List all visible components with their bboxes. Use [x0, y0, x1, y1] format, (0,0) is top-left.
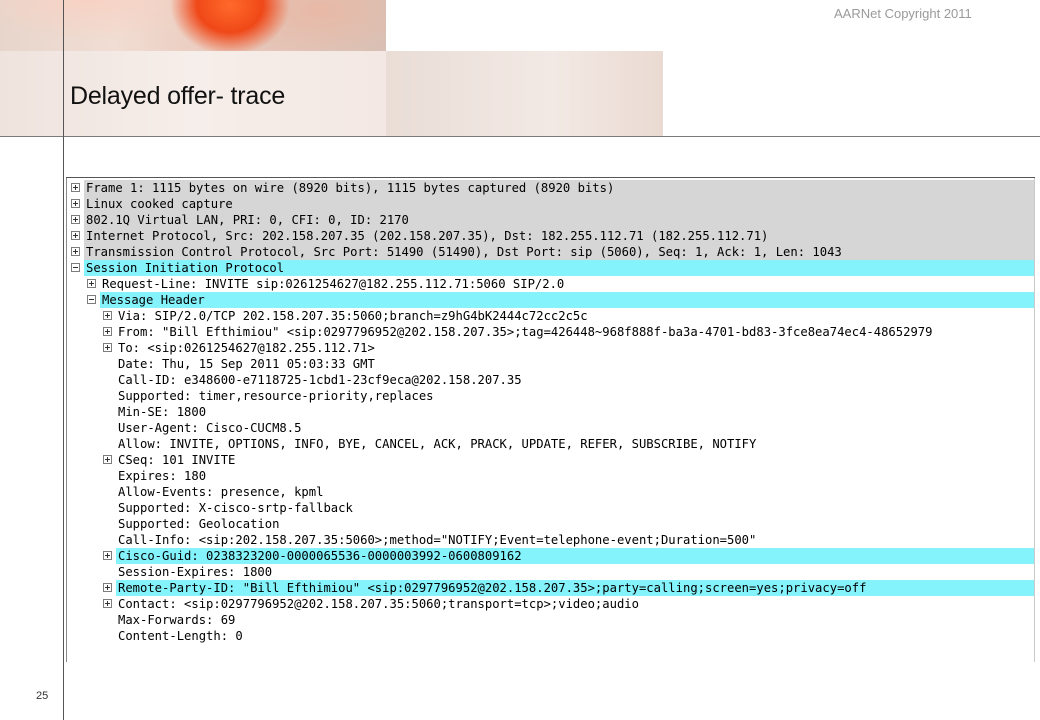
tree-row[interactable]: User-Agent: Cisco-CUCM8.5	[116, 420, 1034, 436]
tree-row[interactable]: Cisco-Guid: 0238323200-0000065536-000000…	[103, 548, 1034, 564]
tree-row[interactable]: Contact: <sip:0297796952@202.158.207.35:…	[103, 596, 1034, 612]
tree-row[interactable]: To: <sip:0261254627@182.255.112.71>	[103, 340, 1034, 356]
tree-row-label: Call-ID: e348600-e7118725-1cbd1-23cf9eca…	[118, 373, 522, 387]
tree-row[interactable]: Remote-Party-ID: "Bill Efthimiou" <sip:0…	[103, 580, 1034, 596]
tree-row-label: Request-Line: INVITE sip:0261254627@182.…	[102, 277, 565, 291]
tree-row-label: Cisco-Guid: 0238323200-0000065536-000000…	[118, 549, 522, 563]
tree-row[interactable]: Frame 1: 1115 bytes on wire (8920 bits),…	[71, 180, 1034, 196]
header-banner-image	[0, 0, 386, 51]
tree-row[interactable]: Session-Expires: 1800	[116, 564, 1034, 580]
tree-row-label: Via: SIP/2.0/TCP 202.158.207.35:5060;bra…	[118, 309, 588, 323]
expand-icon[interactable]	[71, 199, 80, 208]
tree-row[interactable]: Message Header	[87, 292, 1034, 308]
tree-row[interactable]: Max-Forwards: 69	[116, 612, 1034, 628]
tree-row-label: Frame 1: 1115 bytes on wire (8920 bits),…	[86, 181, 615, 195]
page-number: 25	[36, 690, 49, 702]
expand-icon[interactable]	[71, 231, 80, 240]
header-banner-tail	[386, 51, 663, 136]
tree-row-label: Allow-Events: presence, kpml	[118, 485, 324, 499]
tree-row[interactable]: Call-Info: <sip:202.158.207.35:5060>;met…	[116, 532, 1034, 548]
expand-icon[interactable]	[103, 551, 112, 560]
tree-row-label: Session-Expires: 1800	[118, 565, 273, 579]
tree-row[interactable]: CSeq: 101 INVITE	[103, 452, 1034, 468]
tree-row-label: Message Header	[102, 293, 205, 307]
expand-icon[interactable]	[71, 247, 80, 256]
tree-row-label: Allow: INVITE, OPTIONS, INFO, BYE, CANCE…	[118, 437, 757, 451]
copyright-notice: AARNet Copyright 2011	[834, 6, 972, 21]
tree-row[interactable]: Request-Line: INVITE sip:0261254627@182.…	[87, 276, 1034, 292]
tree-row-label: Min-SE: 1800	[118, 405, 207, 419]
tree-row-label: Linux cooked capture	[86, 197, 233, 211]
collapse-icon[interactable]	[87, 295, 96, 304]
tree-row[interactable]: Call-ID: e348600-e7118725-1cbd1-23cf9eca…	[116, 372, 1034, 388]
tree-row[interactable]: Internet Protocol, Src: 202.158.207.35 (…	[71, 228, 1034, 244]
tree-row-label: 802.1Q Virtual LAN, PRI: 0, CFI: 0, ID: …	[86, 213, 409, 227]
packet-details-tree[interactable]: Frame 1: 1115 bytes on wire (8920 bits),…	[66, 178, 1036, 662]
tree-row[interactable]: 802.1Q Virtual LAN, PRI: 0, CFI: 0, ID: …	[71, 212, 1034, 228]
tree-row-label: Internet Protocol, Src: 202.158.207.35 (…	[86, 229, 769, 243]
tree-row-label: CSeq: 101 INVITE	[118, 453, 236, 467]
expand-icon[interactable]	[103, 583, 112, 592]
expand-icon[interactable]	[103, 311, 112, 320]
tree-row[interactable]: Transmission Control Protocol, Src Port:…	[71, 244, 1034, 260]
tree-row-label: Supported: timer,resource-priority,repla…	[118, 389, 434, 403]
tree-row-label: To: <sip:0261254627@182.255.112.71>	[118, 341, 375, 355]
tree-row-label: Content-Length: 0	[118, 629, 243, 643]
margin-divider	[63, 0, 64, 720]
tree-row[interactable]: Expires: 180	[116, 468, 1034, 484]
tree-row-label: Transmission Control Protocol, Src Port:…	[86, 245, 842, 259]
tree-row-label: Remote-Party-ID: "Bill Efthimiou" <sip:0…	[118, 581, 867, 595]
tree-row[interactable]: Allow: INVITE, OPTIONS, INFO, BYE, CANCE…	[116, 436, 1034, 452]
tree-row[interactable]: Date: Thu, 15 Sep 2011 05:03:33 GMT	[116, 356, 1034, 372]
expand-icon[interactable]	[103, 327, 112, 336]
slide-title: Delayed offer- trace	[70, 82, 286, 110]
tree-row[interactable]: From: "Bill Efthimiou" <sip:0297796952@2…	[103, 324, 1034, 340]
expand-icon[interactable]	[87, 279, 96, 288]
tree-row[interactable]: Supported: X-cisco-srtp-fallback	[116, 500, 1034, 516]
tree-row-label: Max-Forwards: 69	[118, 613, 236, 627]
tree-row-label: Date: Thu, 15 Sep 2011 05:03:33 GMT	[118, 357, 375, 371]
tree-row[interactable]: Content-Length: 0	[116, 628, 1034, 644]
tree-row-label: User-Agent: Cisco-CUCM8.5	[118, 421, 302, 435]
tree-row[interactable]: Via: SIP/2.0/TCP 202.158.207.35:5060;bra…	[103, 308, 1034, 324]
collapse-icon[interactable]	[71, 263, 80, 272]
tree-row-label: Contact: <sip:0297796952@202.158.207.35:…	[118, 597, 639, 611]
tree-row[interactable]: Session Initiation Protocol	[71, 260, 1034, 276]
tree-row-label: Call-Info: <sip:202.158.207.35:5060>;met…	[118, 533, 757, 547]
tree-row[interactable]: Allow-Events: presence, kpml	[116, 484, 1034, 500]
expand-icon[interactable]	[71, 215, 80, 224]
tree-row[interactable]: Linux cooked capture	[71, 196, 1034, 212]
expand-icon[interactable]	[103, 455, 112, 464]
expand-icon[interactable]	[103, 599, 112, 608]
tree-row-label: Expires: 180	[118, 469, 207, 483]
expand-icon[interactable]	[71, 183, 80, 192]
tree-row-label: From: "Bill Efthimiou" <sip:0297796952@2…	[118, 325, 933, 339]
tree-row-label: Session Initiation Protocol	[86, 261, 285, 275]
tree-row[interactable]: Min-SE: 1800	[116, 404, 1034, 420]
tree-row[interactable]: Supported: Geolocation	[116, 516, 1034, 532]
tree-row[interactable]: Supported: timer,resource-priority,repla…	[116, 388, 1034, 404]
tree-row-label: Supported: Geolocation	[118, 517, 280, 531]
packet-panel-right-border	[1034, 178, 1035, 662]
expand-icon[interactable]	[103, 343, 112, 352]
header-divider	[0, 136, 1040, 137]
tree-row-label: Supported: X-cisco-srtp-fallback	[118, 501, 353, 515]
